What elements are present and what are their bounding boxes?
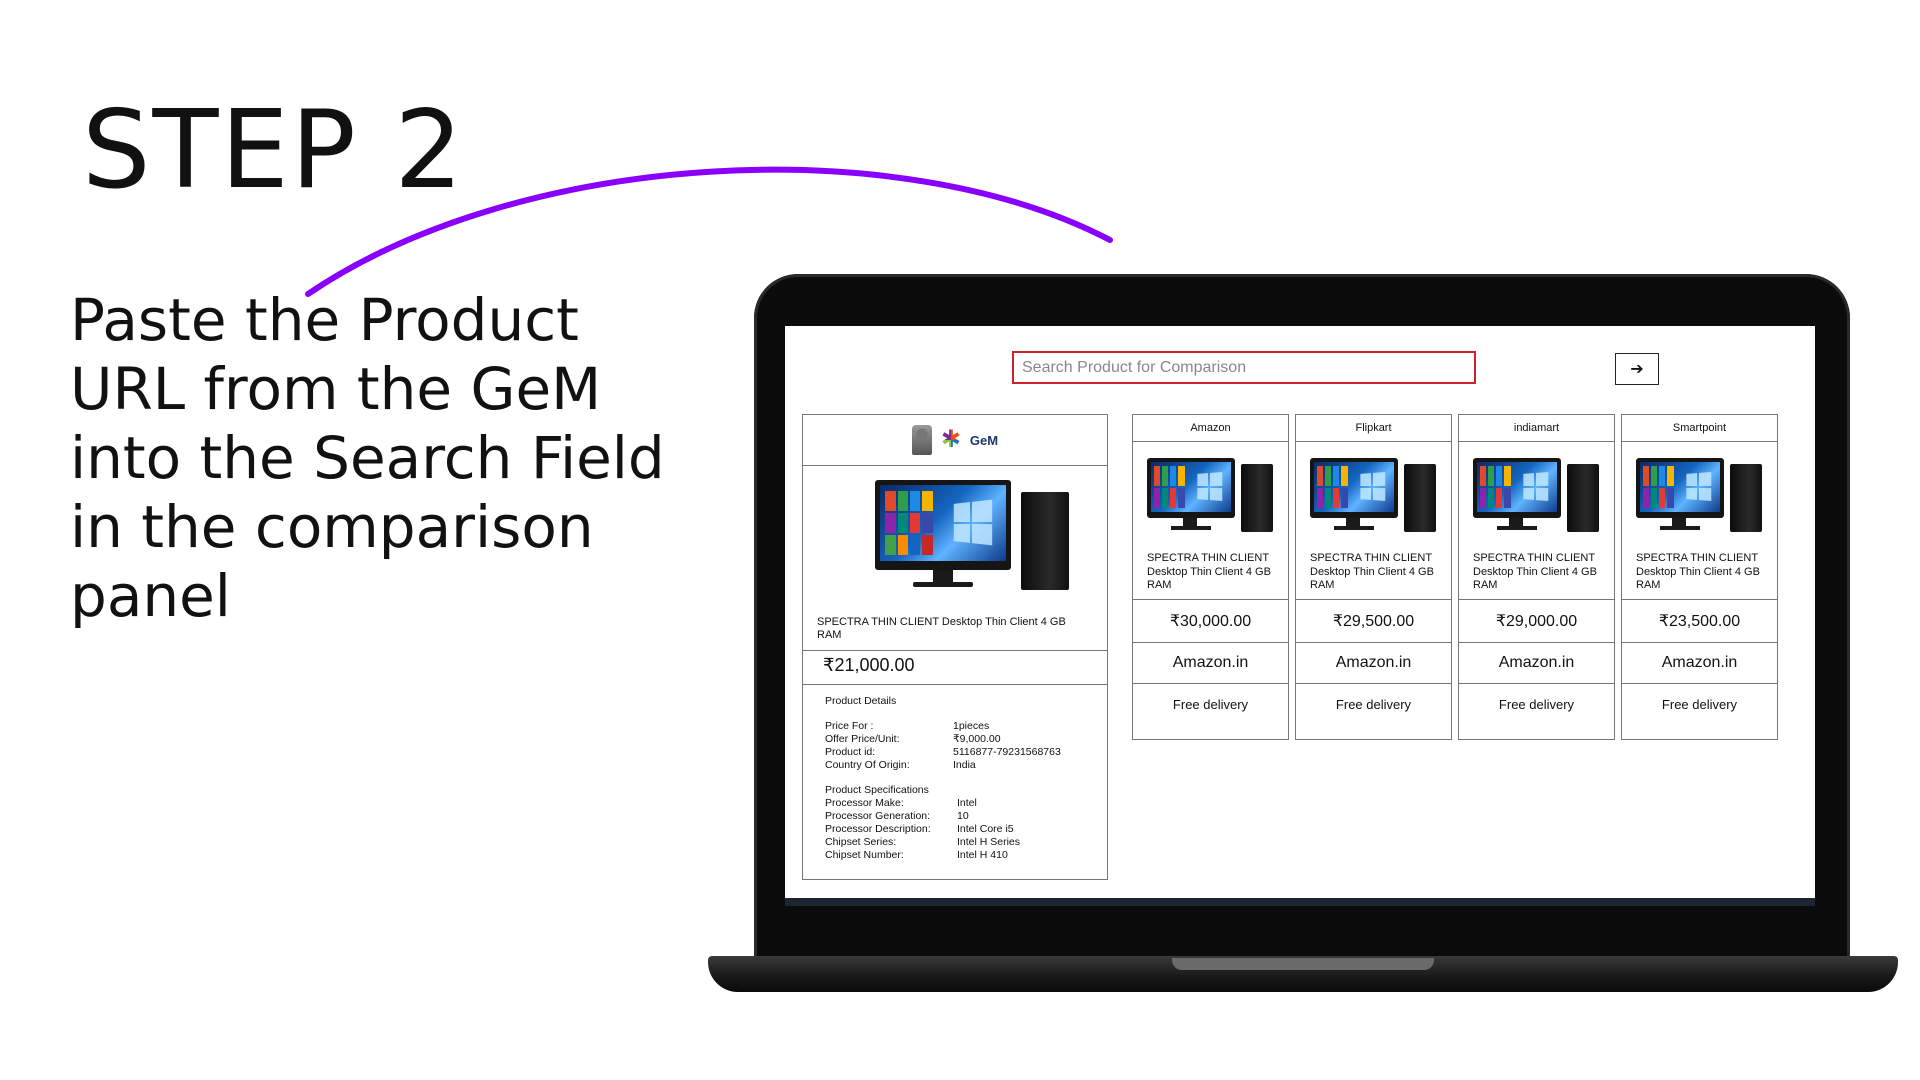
vendor-name: indiamart bbox=[1459, 415, 1614, 442]
vendor-delivery: Free delivery bbox=[1661, 696, 1738, 712]
detail-row: Product id: 5116877-79231568763 bbox=[825, 746, 1061, 758]
vendor-product-image bbox=[1296, 442, 1451, 552]
vendor-seller: Amazon.in bbox=[1133, 643, 1288, 684]
spec-row: Processor Make: Intel bbox=[825, 797, 977, 809]
product-image bbox=[803, 466, 1107, 616]
laptop-notch bbox=[1172, 958, 1434, 970]
vendor-name: Amazon bbox=[1133, 415, 1288, 442]
laptop-screen: ➔ ✱ GeM SPECTRA THIN CLI bbox=[785, 326, 1815, 898]
gem-product-details: Product Details Price For :1pieces Offer… bbox=[803, 685, 1107, 872]
details-heading: Product Details bbox=[825, 695, 897, 707]
search-input[interactable] bbox=[1012, 351, 1476, 384]
vendor-product-description: SPECTRA THIN CLIENT Desktop Thin Client … bbox=[1622, 552, 1777, 600]
vendor-price: ₹29,500.00 bbox=[1296, 600, 1451, 643]
vendor-name: Smartpoint bbox=[1622, 415, 1777, 442]
screen-bottom-strip bbox=[785, 898, 1815, 906]
specs-heading: Product Specifications bbox=[825, 784, 929, 796]
gem-logo-text: GeM bbox=[969, 432, 999, 448]
detail-row: Country Of Origin: India bbox=[825, 759, 976, 771]
vendor-product-image bbox=[1133, 442, 1288, 552]
arrow-right-icon: ➔ bbox=[1630, 361, 1644, 378]
vendor-card-indiamart[interactable]: indiamart SPECTRA THIN CLIENT Desktop Th… bbox=[1458, 414, 1615, 740]
vendor-price: ₹23,500.00 bbox=[1622, 600, 1777, 643]
gem-product-price: ₹21,000.00 bbox=[803, 651, 1107, 685]
vendor-card-smartpoint[interactable]: Smartpoint SPECTRA THIN CLIENT Desktop T… bbox=[1621, 414, 1778, 740]
detail-row: Price For :1pieces bbox=[825, 720, 990, 732]
vendor-price: ₹29,000.00 bbox=[1459, 600, 1614, 643]
spec-row: Processor Description: Intel Core i5 bbox=[825, 823, 1014, 835]
vendor-delivery: Free delivery bbox=[1335, 696, 1412, 712]
vendor-product-description: SPECTRA THIN CLIENT Desktop Thin Client … bbox=[1459, 552, 1614, 600]
spec-row: Chipset Series: Intel H Series bbox=[825, 836, 1021, 848]
vendor-delivery: Free delivery bbox=[1498, 696, 1575, 712]
vendor-seller: Amazon.in bbox=[1622, 643, 1777, 684]
vendor-product-description: SPECTRA THIN CLIENT Desktop Thin Client … bbox=[1133, 552, 1288, 600]
gem-product-name: SPECTRA THIN CLIENT Desktop Thin Client … bbox=[803, 616, 1107, 651]
instruction-text: Paste the Product URL from the GeM into … bbox=[70, 286, 665, 630]
vendor-name: Flipkart bbox=[1296, 415, 1451, 442]
vendor-product-image bbox=[1622, 442, 1777, 552]
vendor-card-amazon[interactable]: Amazon SPECTRA THIN CLIENT Desktop Thin … bbox=[1132, 414, 1289, 740]
vendor-product-image bbox=[1459, 442, 1614, 552]
spec-row: Chipset Number: Intel H 410 bbox=[825, 849, 1008, 861]
gem-star-icon: ✱ bbox=[938, 427, 964, 453]
detail-row: Offer Price/Unit: ₹9,000.00 bbox=[825, 733, 1001, 745]
vendor-card-flipkart[interactable]: Flipkart SPECTRA THIN CLIENT Desktop Thi… bbox=[1295, 414, 1452, 740]
vendor-product-description: SPECTRA THIN CLIENT Desktop Thin Client … bbox=[1296, 552, 1451, 600]
vendor-seller: Amazon.in bbox=[1459, 643, 1614, 684]
national-emblem-icon bbox=[911, 425, 932, 455]
search-submit-button[interactable]: ➔ bbox=[1615, 353, 1659, 385]
step-title: STEP 2 bbox=[82, 88, 465, 213]
vendor-price: ₹30,000.00 bbox=[1133, 600, 1288, 643]
gem-logo: ✱ GeM bbox=[803, 415, 1107, 466]
gem-product-card: ✱ GeM SPECTRA THIN CLIENT Desktop Thin C… bbox=[802, 414, 1108, 880]
spec-row: Processor Generation: 10 bbox=[825, 810, 969, 822]
vendor-delivery: Free delivery bbox=[1172, 696, 1249, 712]
vendor-seller: Amazon.in bbox=[1296, 643, 1451, 684]
